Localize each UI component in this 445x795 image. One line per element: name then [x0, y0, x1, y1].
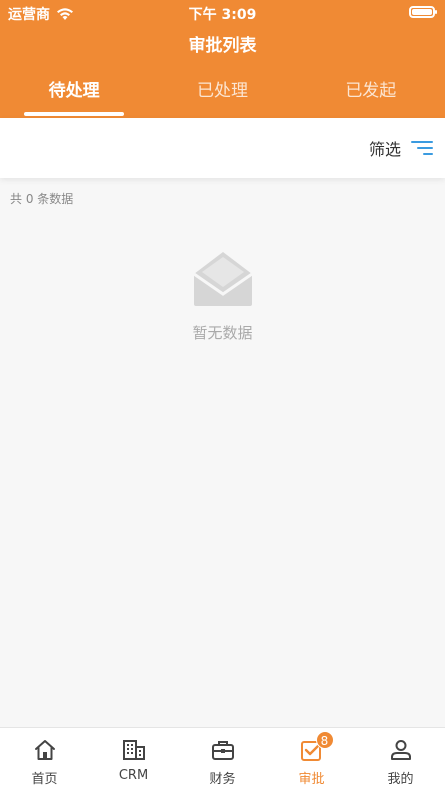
tab-processed[interactable]: 已处理 [148, 70, 296, 118]
page-title: 审批列表 [188, 36, 257, 56]
status-bar: 运营商 下午 3:09 [0, 0, 445, 24]
empty-text: 暂无数据 [192, 324, 253, 342]
tabbar-label-approval: 审批 [298, 772, 325, 787]
empty-envelope-icon [192, 252, 253, 306]
tabbar-label-crm: CRM [118, 768, 149, 783]
tabbar-item-finance[interactable]: 财务 [178, 728, 267, 795]
tabbar-label-home: 首页 [31, 772, 58, 787]
person-icon [390, 740, 411, 760]
tabbar-label-mine: 我的 [387, 772, 414, 787]
filter-label: 筛选 [368, 140, 401, 159]
tab-initiated[interactable]: 已发起 [297, 70, 445, 118]
home-icon [34, 740, 55, 760]
bottom-tab-bar: 首页 CRM 财务 8 审批 我的 [0, 727, 445, 795]
tabbar-label-finance: 财务 [209, 772, 236, 787]
tabbar-item-mine[interactable]: 我的 [356, 728, 445, 795]
result-count: 共 0 条数据 [10, 192, 74, 206]
tabbar-item-crm[interactable]: CRM [89, 728, 178, 795]
empty-state: 暂无数据 [0, 250, 445, 343]
header: 运营商 下午 3:09 审批列表 待处理 已处理 已发起 [0, 0, 445, 118]
tab-pending[interactable]: 待处理 [0, 70, 148, 118]
filter-button[interactable]: 筛选 [369, 136, 433, 160]
approval-badge: 8 [315, 731, 334, 749]
clock: 下午 3:09 [188, 7, 257, 23]
battery-icon [409, 6, 437, 18]
filter-bar: 筛选 [0, 118, 445, 178]
tab-bar: 待处理 已处理 已发起 [0, 70, 445, 118]
tabbar-item-home[interactable]: 首页 [0, 728, 89, 795]
building-icon [122, 740, 145, 760]
tabbar-item-approval[interactable]: 8 审批 [267, 728, 356, 795]
filter-icon [411, 140, 433, 156]
briefcase-icon [211, 741, 234, 760]
